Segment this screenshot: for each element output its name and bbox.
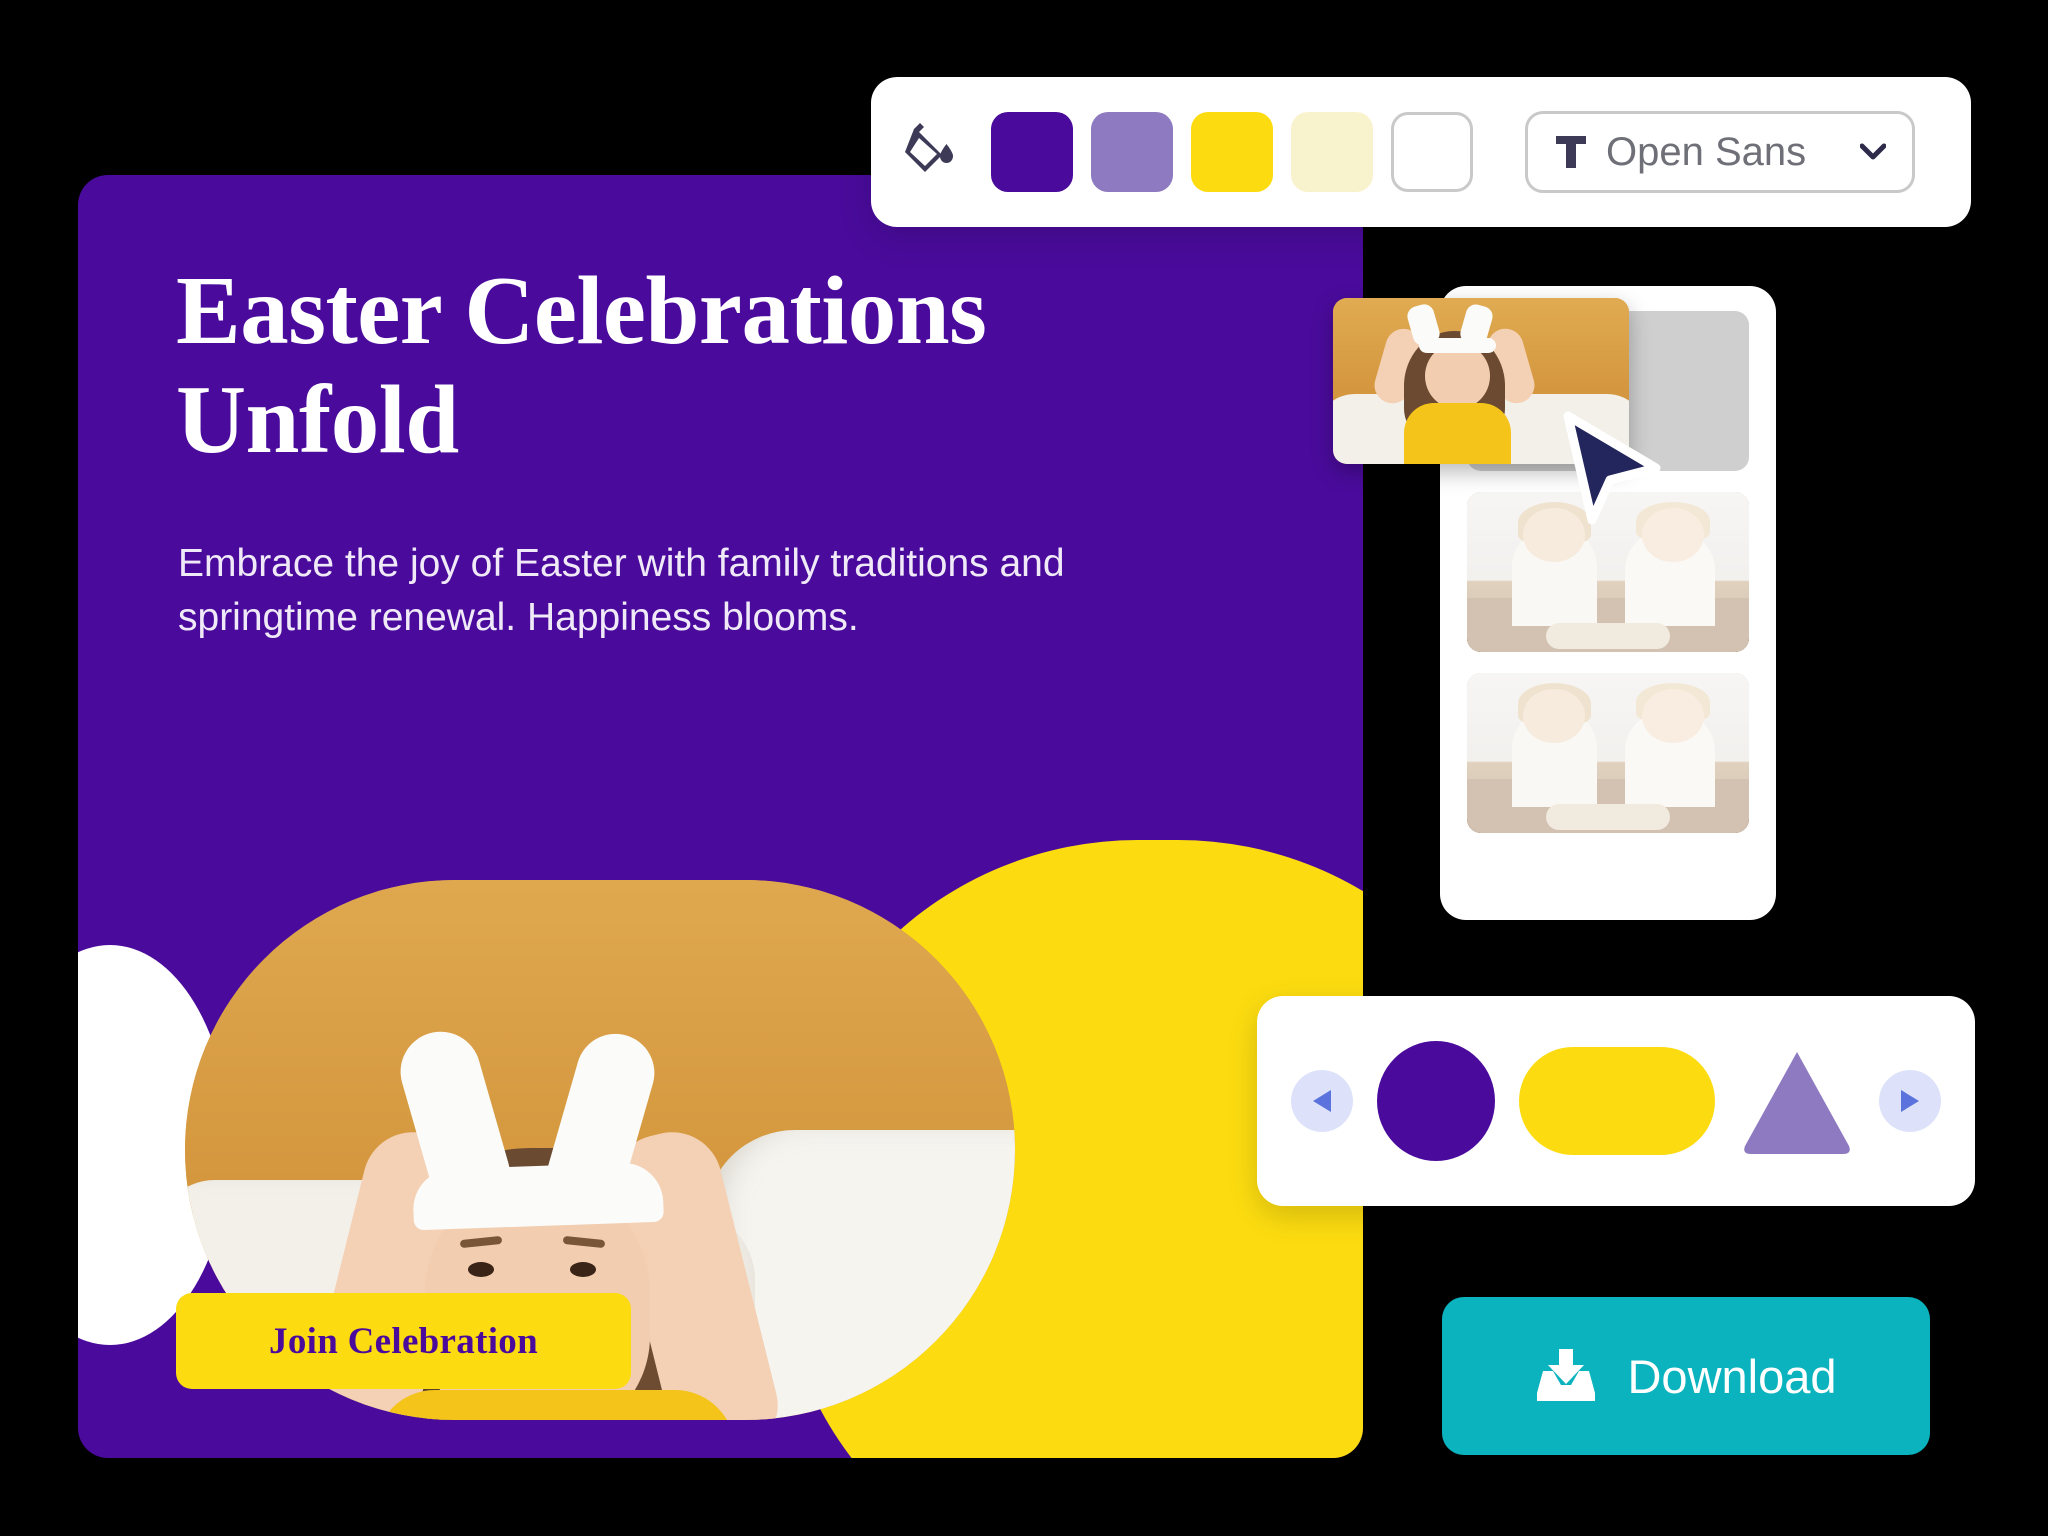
page-title: Easter Celebrations Unfold [176,257,987,473]
text-format-icon [1556,136,1586,168]
swatch-yellow[interactable] [1191,112,1273,192]
arrow-right-icon [1901,1090,1919,1112]
download-tray-icon [1537,1349,1596,1401]
thumb3-overlay [1467,673,1749,833]
swatch-purple-dark[interactable] [991,112,1073,192]
shape-triangle[interactable] [1739,1046,1855,1156]
shapes-prev-button[interactable] [1291,1070,1353,1132]
join-celebration-button[interactable]: Join Celebration [176,1293,631,1389]
hero-eye-left [468,1262,494,1277]
design-canvas-card[interactable]: Easter Celebrations Unfold Embrace the j… [78,175,1363,1458]
media-slot-3[interactable] [1467,673,1749,833]
download-button[interactable]: Download [1442,1297,1930,1455]
paint-bucket-icon[interactable] [901,120,965,184]
swatch-white[interactable] [1391,112,1473,192]
font-family-select[interactable]: Open Sans [1525,111,1915,193]
drag-cursor-icon [1563,411,1661,525]
chevron-down-icon [1860,143,1886,160]
shapes-carousel-panel [1257,996,1975,1206]
page-subtitle: Embrace the joy of Easter with family tr… [178,542,1065,639]
swatch-purple-light[interactable] [1091,112,1173,192]
hero-eye-right [570,1262,596,1277]
style-toolbar: Open Sans [871,77,1971,227]
canvas-stage: Easter Celebrations Unfold Embrace the j… [0,0,2048,1536]
shape-circle[interactable] [1377,1041,1495,1161]
swatch-cream[interactable] [1291,112,1373,192]
font-family-value: Open Sans [1606,129,1807,174]
shape-rounded-rectangle[interactable] [1519,1047,1715,1155]
drag-thumb-face [1424,342,1490,410]
arrow-left-icon [1313,1090,1331,1112]
shapes-next-button[interactable] [1879,1070,1941,1132]
download-label: Download [1627,1349,1837,1403]
hero-shirt [375,1390,735,1420]
drag-thumb-shirt [1404,402,1511,464]
